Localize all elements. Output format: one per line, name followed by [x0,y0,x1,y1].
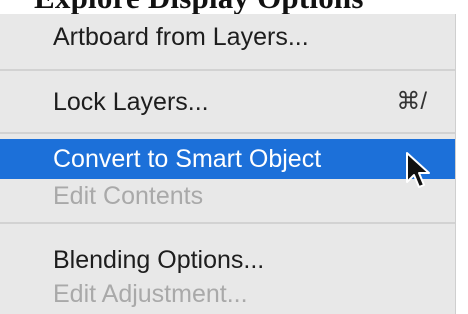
menu-item-edit-contents: Edit Contents [0,178,455,214]
menu-item-blending-options[interactable]: Blending Options... [0,242,455,278]
clipped-heading: Explore Display Options [0,0,468,14]
menu-item-edit-adjustment: Edit Adjustment... [0,276,455,312]
menu-item-label: Blending Options... [53,246,265,274]
menu-item-label: Lock Layers... [53,88,209,116]
menu-item-label: Edit Adjustment... [53,280,248,308]
menu-item-lock-layers[interactable]: Lock Layers... ⌘/ [0,84,455,120]
clipped-heading-text: Explore Display Options [34,0,364,14]
menu-item-convert-to-smart-object[interactable]: Convert to Smart Object [0,139,455,179]
context-menu: Artboard from Layers... Lock Layers... ⌘… [0,14,456,314]
menu-item-label: Edit Contents [53,182,204,210]
menu-item-label: Artboard from Layers... [53,23,309,51]
arrow-pointer-icon [406,152,430,188]
menu-item-artboard-from-layers[interactable]: Artboard from Layers... [0,19,455,55]
menu-item-label: Convert to Smart Object [53,145,322,173]
menu-separator [0,132,455,134]
menu-separator [0,222,455,224]
keyboard-shortcut: ⌘/ [396,88,427,115]
menu-separator [0,69,455,71]
